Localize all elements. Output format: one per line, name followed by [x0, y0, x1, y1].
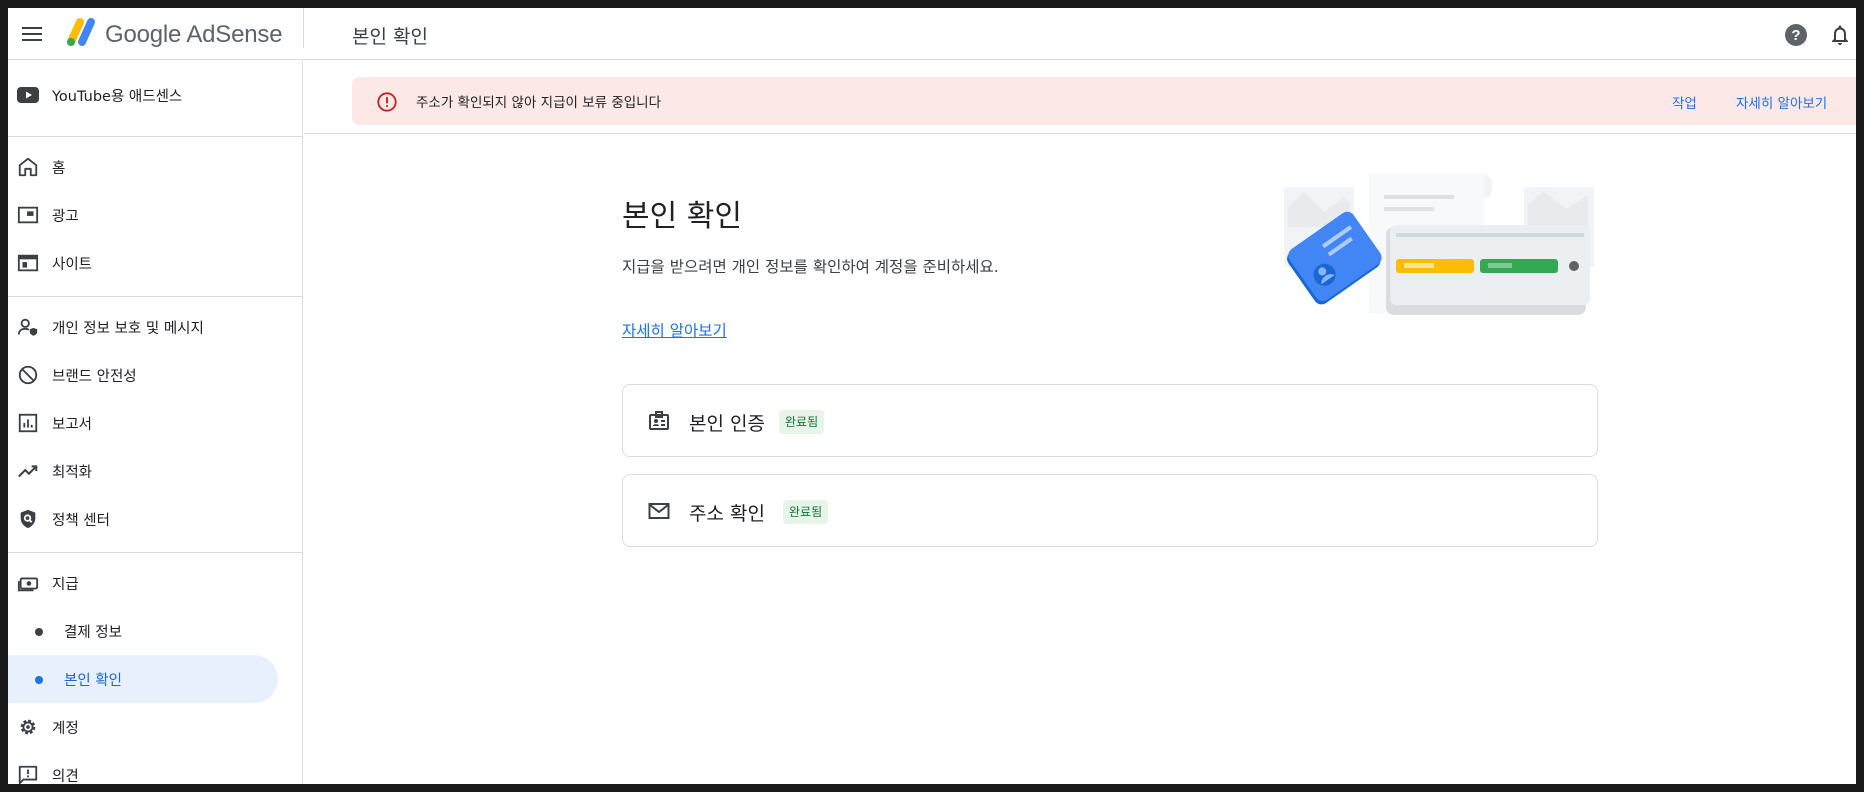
sidebar-item-label: 개인 정보 보호 및 메시지	[52, 320, 204, 337]
adsense-logo[interactable]	[60, 12, 100, 52]
sidebar-item-label: YouTube용 애드센스	[52, 88, 183, 105]
sidebar-item-policy[interactable]: 정책 센터	[8, 495, 303, 543]
sidebar-item-label: 지급	[52, 576, 79, 593]
app-window: Google AdSense 본인 확인 ? YouTube용 애드센스 홈 광…	[8, 8, 1856, 784]
card-title: 본인 인증	[689, 413, 765, 435]
feedback-icon	[16, 763, 40, 784]
sidebar-item-label: 홈	[52, 160, 66, 177]
sidebar-item-label: 광고	[52, 208, 79, 225]
page-title: 본인 확인	[352, 26, 428, 48]
learn-more-link[interactable]: 자세히 알아보기	[622, 319, 727, 341]
divider	[8, 552, 303, 553]
status-badge: 완료됨	[783, 500, 829, 524]
sidebar-item-label: 정책 센터	[52, 512, 110, 529]
identity-verification-card[interactable]: 본인 인증 완료됨	[622, 384, 1598, 457]
menu-icon[interactable]	[16, 18, 48, 50]
payments-icon	[16, 571, 40, 595]
sidebar-item-payments[interactable]: 지급	[8, 559, 303, 607]
sidebar-item-label: 결제 정보	[64, 624, 122, 641]
sidebar-item-sites[interactable]: 사이트	[8, 239, 303, 287]
sidebar-item-label: 계정	[52, 720, 79, 737]
sidebar-item-home[interactable]: 홈	[8, 143, 303, 191]
card-title: 주소 확인	[689, 503, 765, 525]
trending-icon	[16, 459, 40, 483]
section-description: 지급을 받으려면 개인 정보를 확인하여 계정을 준비하세요.	[622, 258, 999, 276]
sidebar-item-label: 최적화	[52, 464, 93, 481]
sites-icon	[16, 251, 40, 275]
bullet	[35, 628, 43, 636]
sidebar-item-verification[interactable]: 본인 확인	[8, 655, 303, 703]
block-icon	[16, 363, 40, 387]
sidebar-item-label: 브랜드 안전성	[52, 368, 137, 385]
sidebar-item-brand-safety[interactable]: 브랜드 안전성	[8, 351, 303, 399]
sidebar-item-feedback[interactable]: 의견	[8, 751, 303, 784]
status-badge: 완료됨	[779, 410, 825, 434]
home-icon	[16, 155, 40, 179]
divider	[304, 133, 1856, 134]
address-verification-card[interactable]: 주소 확인 완료됨	[622, 474, 1598, 547]
privacy-icon	[16, 315, 40, 339]
section-title: 본인 확인	[622, 199, 742, 234]
gear-icon	[16, 715, 40, 739]
top-bar: Google AdSense 본인 확인 ?	[8, 8, 1856, 60]
id-card-icon	[647, 409, 671, 433]
sidebar-item-ads[interactable]: 광고	[8, 191, 303, 239]
alert-message: 주소가 확인되지 않아 지급이 보류 중입니다	[416, 95, 662, 111]
sidebar-item-privacy[interactable]: 개인 정보 보호 및 메시지	[8, 303, 303, 351]
policy-icon	[16, 507, 40, 531]
help-icon[interactable]: ?	[1785, 24, 1807, 46]
sidebar-item-youtube[interactable]: YouTube용 애드센스	[8, 71, 303, 119]
sidebar-item-label: 의견	[52, 768, 79, 785]
youtube-icon	[16, 83, 40, 107]
active-highlight	[8, 655, 278, 703]
sidebar-item-payment-info[interactable]: 결제 정보	[8, 607, 303, 655]
error-icon	[376, 91, 398, 113]
divider	[8, 136, 303, 137]
ads-icon	[16, 203, 40, 227]
sidebar-item-label: 보고서	[52, 416, 93, 433]
main-content: 주소가 확인되지 않아 지급이 보류 중입니다 작업 자세히 알아보기 본인 확…	[304, 61, 1856, 784]
mail-icon	[647, 499, 671, 523]
divider	[303, 8, 304, 48]
sidebar-item-label: 사이트	[52, 256, 93, 273]
learn-more-link[interactable]: 자세히 알아보기	[1736, 92, 1827, 112]
alert-banner: 주소가 확인되지 않아 지급이 보류 중입니다 작업 자세히 알아보기	[352, 77, 1856, 125]
sidebar-item-optimization[interactable]: 최적화	[8, 447, 303, 495]
notifications-icon[interactable]	[1828, 23, 1852, 47]
sidebar-item-account[interactable]: 계정	[8, 703, 303, 751]
divider	[8, 296, 303, 297]
action-link[interactable]: 작업	[1672, 92, 1697, 112]
brand-name[interactable]: Google AdSense	[105, 21, 283, 49]
sidebar: YouTube용 애드센스 홈 광고 사이트 개인 정보 보호 및 메시지 브랜…	[8, 61, 303, 784]
sidebar-item-label: 본인 확인	[64, 672, 122, 689]
reports-icon	[16, 411, 40, 435]
verification-illustration	[1274, 167, 1604, 327]
bullet	[35, 676, 43, 684]
sidebar-item-reports[interactable]: 보고서	[8, 399, 303, 447]
